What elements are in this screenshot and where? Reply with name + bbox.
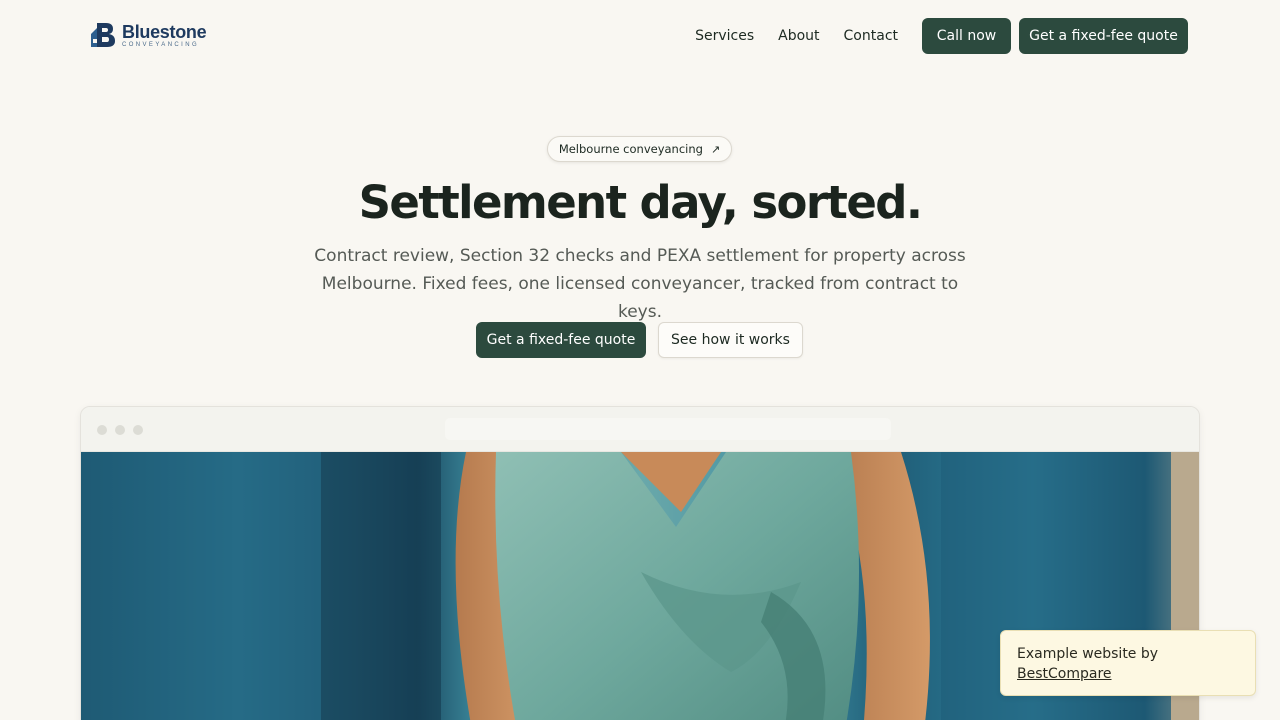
- hero-subheadline: Contract review, Section 32 checks and P…: [300, 242, 980, 326]
- nav-link-about[interactable]: About: [778, 28, 819, 44]
- house-b-icon: [91, 23, 115, 47]
- nav-links: Services About Contact Call now Get a fi…: [695, 18, 1188, 54]
- window-dot: [97, 425, 107, 435]
- window-dot: [133, 425, 143, 435]
- see-how-it-works-button[interactable]: See how it works: [658, 322, 803, 358]
- brand-name: Bluestone: [122, 21, 207, 42]
- pill-label: Melbourne conveyancing: [558, 142, 703, 156]
- browser-toolbar: [81, 407, 1199, 452]
- url-bar: [445, 418, 891, 440]
- call-now-button[interactable]: Call now: [922, 18, 1011, 54]
- nav-link-services[interactable]: Services: [695, 28, 754, 44]
- brand-logo[interactable]: Bluestone CONVEYANCING: [88, 20, 207, 50]
- location-pill[interactable]: Melbourne conveyancing ↗: [547, 136, 732, 162]
- nav-quote-button[interactable]: Get a fixed-fee quote: [1019, 18, 1188, 54]
- logo-text: Bluestone CONVEYANCING: [122, 21, 207, 48]
- example-website-badge: Example website by BestCompare: [1000, 630, 1256, 696]
- hero-quote-button[interactable]: Get a fixed-fee quote: [476, 322, 646, 358]
- nav-link-contact[interactable]: Contact: [844, 28, 898, 44]
- badge-text: Example website by: [1017, 646, 1159, 662]
- hero-actions: Get a fixed-fee quote See how it works: [476, 322, 803, 358]
- window-dot: [115, 425, 125, 435]
- bestcompare-link[interactable]: BestCompare: [1017, 666, 1112, 682]
- subheadline-line-1: Contract review, Section 32 checks and P…: [314, 246, 966, 266]
- arrow-up-right-icon: ↗: [710, 142, 721, 156]
- hero-headline: Settlement day, sorted.: [358, 176, 923, 229]
- subheadline-line-2: Melbourne. Fixed fees, one licensed conv…: [321, 274, 959, 322]
- brand-tagline: CONVEYANCING: [122, 41, 200, 48]
- top-nav: Bluestone CONVEYANCING Services About Co…: [0, 0, 1280, 72]
